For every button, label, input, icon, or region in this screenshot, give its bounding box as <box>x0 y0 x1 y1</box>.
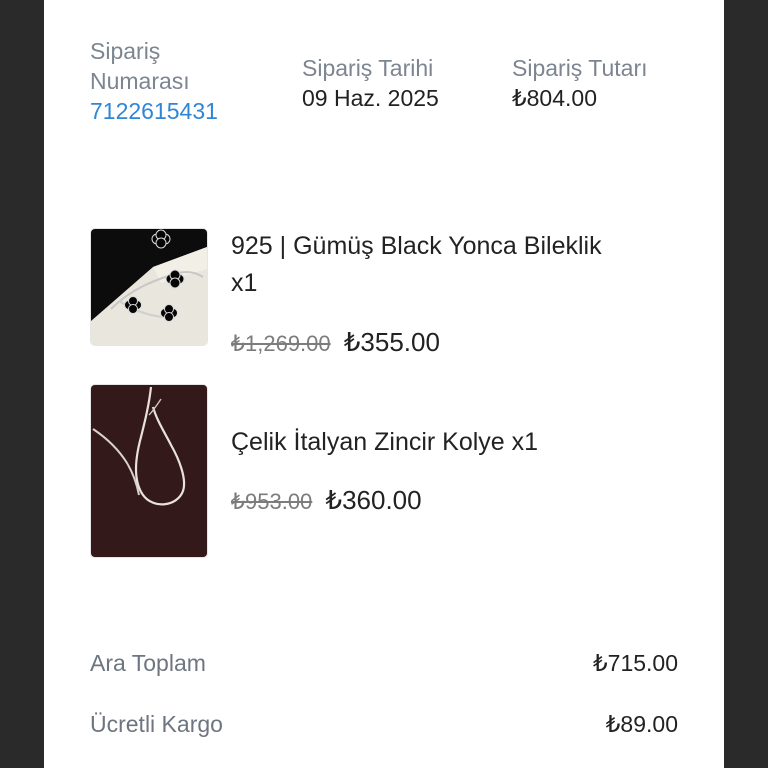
new-price: ₺355.00 <box>343 327 440 357</box>
order-detail-panel: Sipariş Numarası 7122615431 Sipariş Tari… <box>44 0 724 768</box>
product-item[interactable]: 925 | Gümüş Black Yonca Bileklik x1 ₺1,2… <box>90 228 710 358</box>
order-number-label-line1: Sipariş <box>90 38 161 64</box>
product-title-line1: Çelik İtalyan Zincir Kolye x1 <box>231 428 539 456</box>
subtotal-label: Ara Toplam <box>90 650 206 676</box>
new-price: ₺360.00 <box>325 485 422 515</box>
order-number-label-line2: Numarası <box>90 68 190 94</box>
order-total-block: Sipariş Tutarı ₺804.00 <box>512 53 712 113</box>
product-price-row: ₺953.00 ₺360.00 <box>231 484 422 518</box>
necklace-image[interactable] <box>90 384 208 558</box>
product-title-line1: 925 | Gümüş Black Yonca Bileklik <box>231 232 602 260</box>
subtotal-value: ₺715.00 <box>593 650 678 676</box>
shipping-row: Ücretli Kargo ₺89.00 <box>90 707 678 741</box>
old-price: ₺953.00 <box>231 489 313 514</box>
screen: Sipariş Numarası 7122615431 Sipariş Tari… <box>0 0 768 768</box>
product-title-line2: x1 <box>231 269 258 297</box>
subtotal-row: Ara Toplam ₺715.00 <box>90 646 678 680</box>
shipping-label: Ücretli Kargo <box>90 711 223 737</box>
bracelet-image[interactable] <box>90 228 208 346</box>
order-total-value: ₺804.00 <box>512 85 597 111</box>
product-title[interactable]: Çelik İtalyan Zincir Kolye x1 <box>231 424 701 461</box>
product-item[interactable]: Çelik İtalyan Zincir Kolye x1 ₺953.00 ₺3… <box>90 384 710 560</box>
old-price: ₺1,269.00 <box>231 331 331 356</box>
order-number-link[interactable]: 7122615431 <box>90 96 270 126</box>
shipping-value: ₺89.00 <box>605 711 678 737</box>
order-date-block: Sipariş Tarihi 09 Haz. 2025 <box>302 53 492 113</box>
product-price-row: ₺1,269.00 ₺355.00 <box>231 326 440 360</box>
bracelet-thumbnail-graphic <box>91 229 207 345</box>
order-date-label: Sipariş Tarihi <box>302 55 434 81</box>
order-total-label: Sipariş Tutarı <box>512 55 648 81</box>
necklace-thumbnail-graphic <box>91 385 207 557</box>
order-date-value: 09 Haz. 2025 <box>302 85 439 111</box>
order-number-block: Sipariş Numarası 7122615431 <box>90 36 270 126</box>
product-title[interactable]: 925 | Gümüş Black Yonca Bileklik x1 <box>231 228 701 302</box>
order-meta-header: Sipariş Numarası 7122615431 Sipariş Tari… <box>44 0 724 150</box>
